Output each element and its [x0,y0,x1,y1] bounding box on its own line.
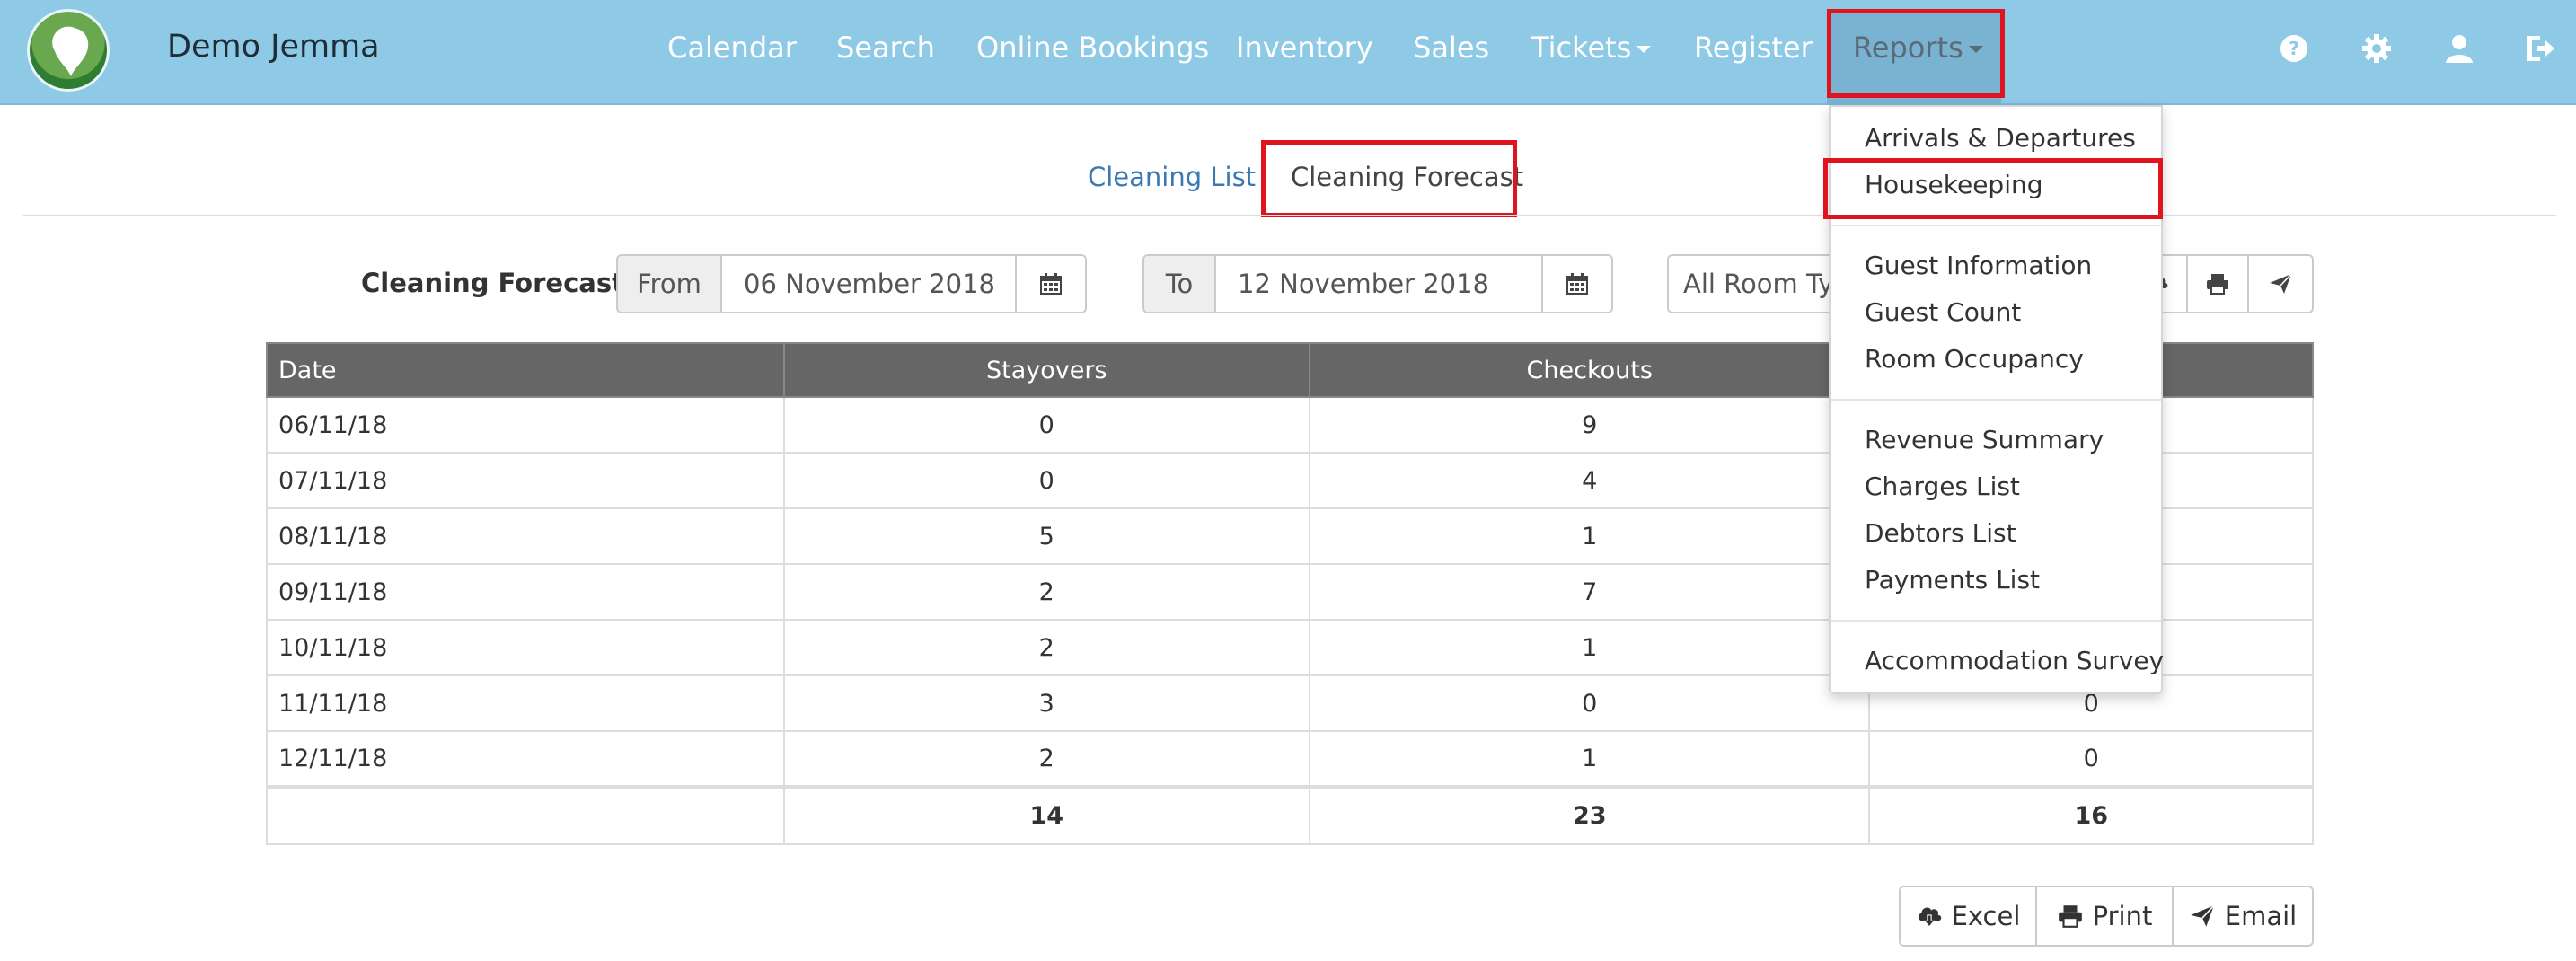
tab-cleaning-forecast[interactable]: Cleaning Forecast [1291,162,1523,192]
help-icon[interactable]: ? [2278,32,2310,65]
calendar-icon [1566,273,1588,295]
menu-item-payments-list[interactable]: Payments List [1865,565,2040,595]
cell-checkouts: 1 [1308,507,1871,565]
cell-date: 08/11/18 [266,507,785,565]
cell-date: 06/11/18 [266,396,785,454]
cell-stayovers: 2 [782,730,1310,788]
cell-checkouts: 1 [1308,730,1871,788]
email-button[interactable]: Email [2172,886,2314,947]
cell-total-label [266,784,785,845]
menu-item-arrivals-departures[interactable]: Arrivals & Departures [1865,123,2136,153]
menu-item-guest-count[interactable]: Guest Count [1865,297,2021,327]
nav-tickets-label: Tickets [1531,31,1632,65]
cell-stayovers: 3 [782,674,1310,732]
menu-divider [1831,225,2161,226]
cell-stayovers: 5 [782,507,1310,565]
header-date: Date [266,342,785,398]
print-label: Print [2092,901,2153,931]
nav-sales[interactable]: Sales [1413,31,1489,65]
menu-divider [1831,399,2161,401]
menu-divider [1831,620,2161,622]
email-label: Email [2224,901,2298,931]
excel-button[interactable]: Excel [1899,886,2037,947]
cell-stayovers: 0 [782,396,1310,454]
nav-inventory[interactable]: Inventory [1236,31,1373,65]
caret-down-icon [1636,46,1652,53]
menu-item-guest-information[interactable]: Guest Information [1865,251,2092,280]
cell-stayovers: 0 [782,452,1310,509]
to-calendar-button[interactable] [1541,254,1613,313]
cell-stayovers: 2 [782,563,1310,621]
cell-date: 11/11/18 [266,674,785,732]
cell-checkouts: 7 [1308,563,1871,621]
cell-date: 09/11/18 [266,563,785,621]
nav-reports[interactable]: Reports [1827,11,2001,105]
email-small-button[interactable] [2247,254,2314,313]
cell-checkouts: 1 [1308,619,1871,676]
menu-item-charges-list[interactable]: Charges List [1865,472,2020,501]
from-date-input[interactable]: 06 November 2018 [720,254,1017,313]
gear-icon[interactable] [2360,32,2393,65]
excel-label: Excel [1951,901,2021,931]
cell-checkouts: 0 [1308,674,1871,732]
reports-dropdown-menu: Arrivals & Departures Housekeeping Guest… [1829,105,2164,694]
to-date-input[interactable]: 12 November 2018 [1214,254,1543,313]
menu-item-revenue-summary[interactable]: Revenue Summary [1865,425,2104,454]
nav-reports-label: Reports [1853,31,1963,65]
send-icon [2190,904,2215,927]
tab-cleaning-list[interactable]: Cleaning List [1088,162,1256,192]
print-icon [2058,905,2082,928]
cell-total-checkouts: 23 [1308,784,1871,845]
menu-item-housekeeping[interactable]: Housekeeping [1865,170,2043,199]
print-icon [2207,274,2228,295]
brand-name[interactable]: Demo Jemma [167,29,380,65]
from-calendar-button[interactable] [1015,254,1087,313]
to-label: To [1142,254,1216,313]
caret-down-icon [1968,46,1983,53]
table-totals-row: 14 23 16 [266,784,2314,845]
menu-item-room-occupancy[interactable]: Room Occupancy [1865,344,2084,374]
tabs-divider [23,215,2556,216]
print-small-button[interactable] [2186,254,2249,313]
cell-checkouts: 9 [1308,396,1871,454]
from-label: From [616,254,722,313]
cell-date: 12/11/18 [266,730,785,788]
nav-calendar[interactable]: Calendar [667,31,797,65]
cell-date: 10/11/18 [266,619,785,676]
menu-item-debtors-list[interactable]: Debtors List [1865,518,2016,548]
app-logo[interactable] [27,9,110,92]
cell-total-total: 16 [1868,784,2314,845]
nav-search[interactable]: Search [836,31,935,65]
cell-date: 07/11/18 [266,452,785,509]
menu-item-accommodation-survey[interactable]: Accommodation Survey [1865,646,2164,675]
calendar-icon [1040,273,1062,295]
filter-label: Cleaning Forecast [361,268,624,298]
cloud-download-icon [1918,907,1941,928]
cell-total: 0 [1868,730,2314,788]
header-stayovers: Stayovers [782,342,1310,398]
svg-text:?: ? [2289,38,2299,59]
table-row: 12/11/18 2 1 0 [266,730,2314,788]
top-navbar: Demo Jemma Calendar Search Online Bookin… [0,0,2576,105]
nav-register[interactable]: Register [1694,31,1813,65]
send-icon [2270,273,2292,294]
cell-checkouts: 4 [1308,452,1871,509]
logout-icon[interactable] [2524,32,2556,65]
print-button[interactable]: Print [2035,886,2174,947]
cell-stayovers: 2 [782,619,1310,676]
user-icon[interactable] [2443,32,2475,65]
header-checkouts: Checkouts [1308,342,1871,398]
nav-tickets[interactable]: Tickets [1531,31,1652,65]
cell-total-stayovers: 14 [782,784,1310,845]
nav-online-bookings[interactable]: Online Bookings [976,31,1209,65]
